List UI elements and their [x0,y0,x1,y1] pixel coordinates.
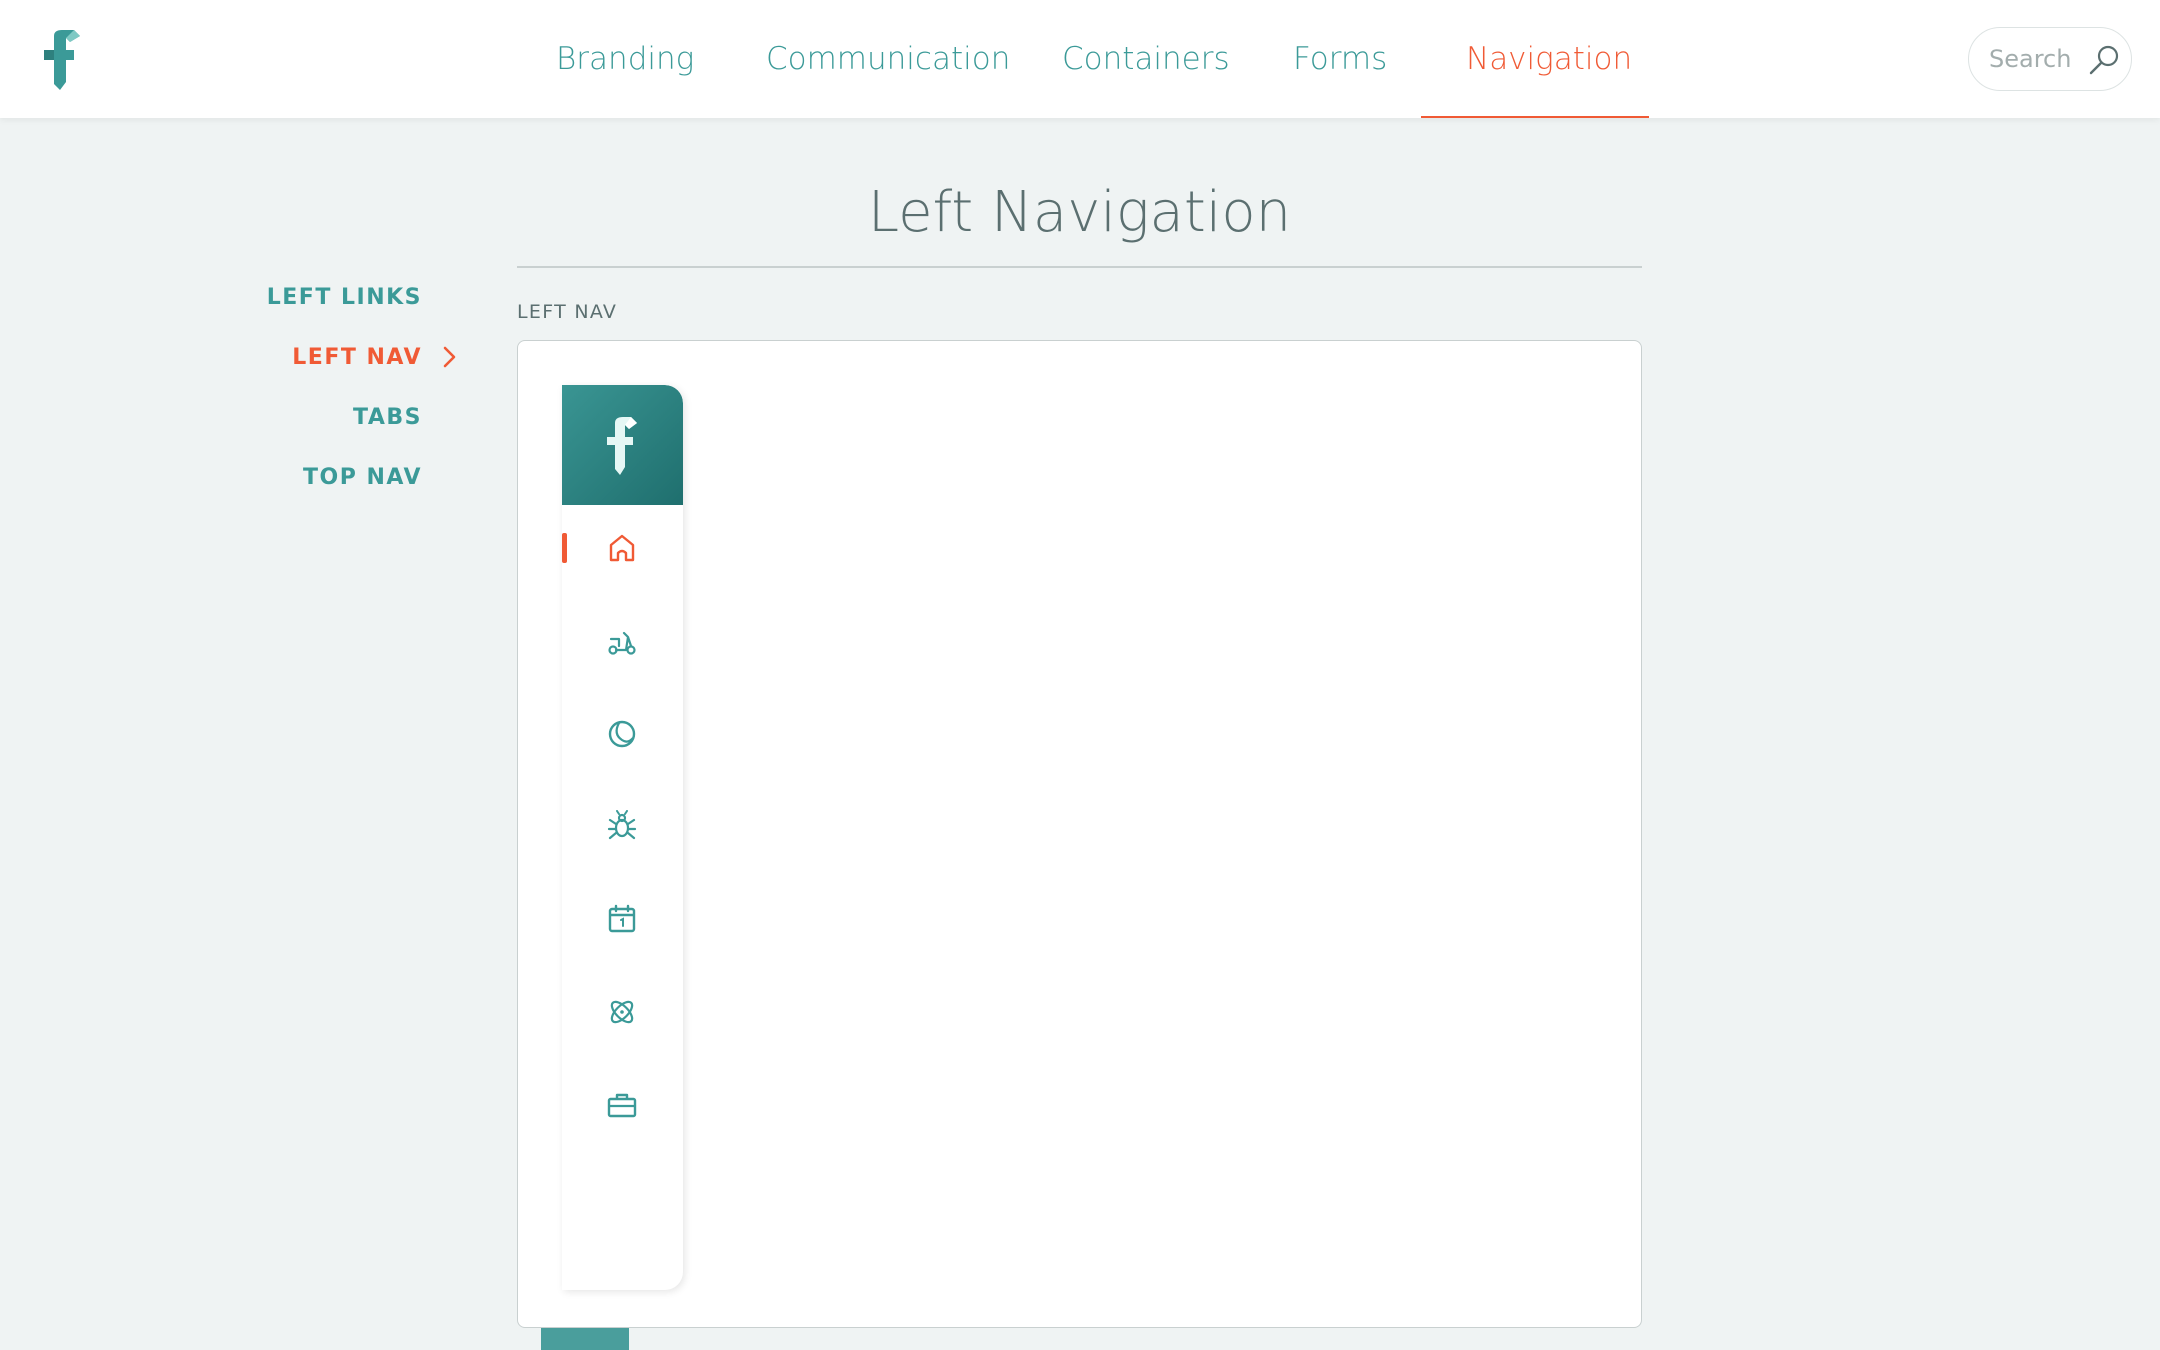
atom-icon [610,1000,634,1024]
top-bar: Branding Communication Containers Forms … [0,0,2160,118]
search-box[interactable] [1968,27,2132,91]
bug-icon [607,810,637,840]
topnav-containers[interactable]: Containers [1062,0,1230,118]
left-nav-item-calendar[interactable] [562,884,683,954]
section-label: LEFT NAV [517,301,618,323]
left-nav-header [562,385,683,505]
left-nav-item-bug[interactable] [562,791,683,861]
home-icon [609,534,635,562]
active-indicator [562,533,567,563]
search-icon[interactable] [2087,43,2121,77]
topnav-communication[interactable]: Communication [766,0,1010,118]
briefcase-icon [607,1093,637,1118]
moon-globe-icon [608,720,636,748]
scooter-icon [608,631,636,655]
demo-left-nav [562,385,683,1290]
left-nav-item-home[interactable] [562,513,683,583]
topnav-branding[interactable]: Branding [556,0,694,118]
brand-logo-icon[interactable] [605,413,641,477]
left-nav-item-scooter[interactable] [562,606,683,676]
title-divider [517,266,1642,268]
topnav-forms[interactable]: Forms [1293,0,1387,118]
brand-logo-icon[interactable] [40,28,84,92]
sidebar-item-top-nav[interactable]: TOP NAV [303,465,422,490]
demo-panel [517,340,1642,1328]
left-nav-item-globe[interactable] [562,699,683,769]
chevron-right-icon [443,346,456,368]
left-nav-item-atom[interactable] [562,977,683,1047]
topnav-navigation[interactable]: Navigation [1466,0,1632,118]
left-nav-item-briefcase[interactable] [562,1070,683,1140]
sidebar-item-left-links[interactable]: LEFT LINKS [267,285,422,310]
search-input[interactable] [1989,40,2084,78]
sidebar-item-tabs[interactable]: TABS [353,405,422,430]
calendar-icon [608,904,636,933]
sidebar-item-left-nav[interactable]: LEFT NAV [292,345,422,370]
bottom-tab-fragment [541,1328,629,1350]
active-nav-underline [1421,116,1649,118]
page-title: Left Navigation [867,180,1292,245]
